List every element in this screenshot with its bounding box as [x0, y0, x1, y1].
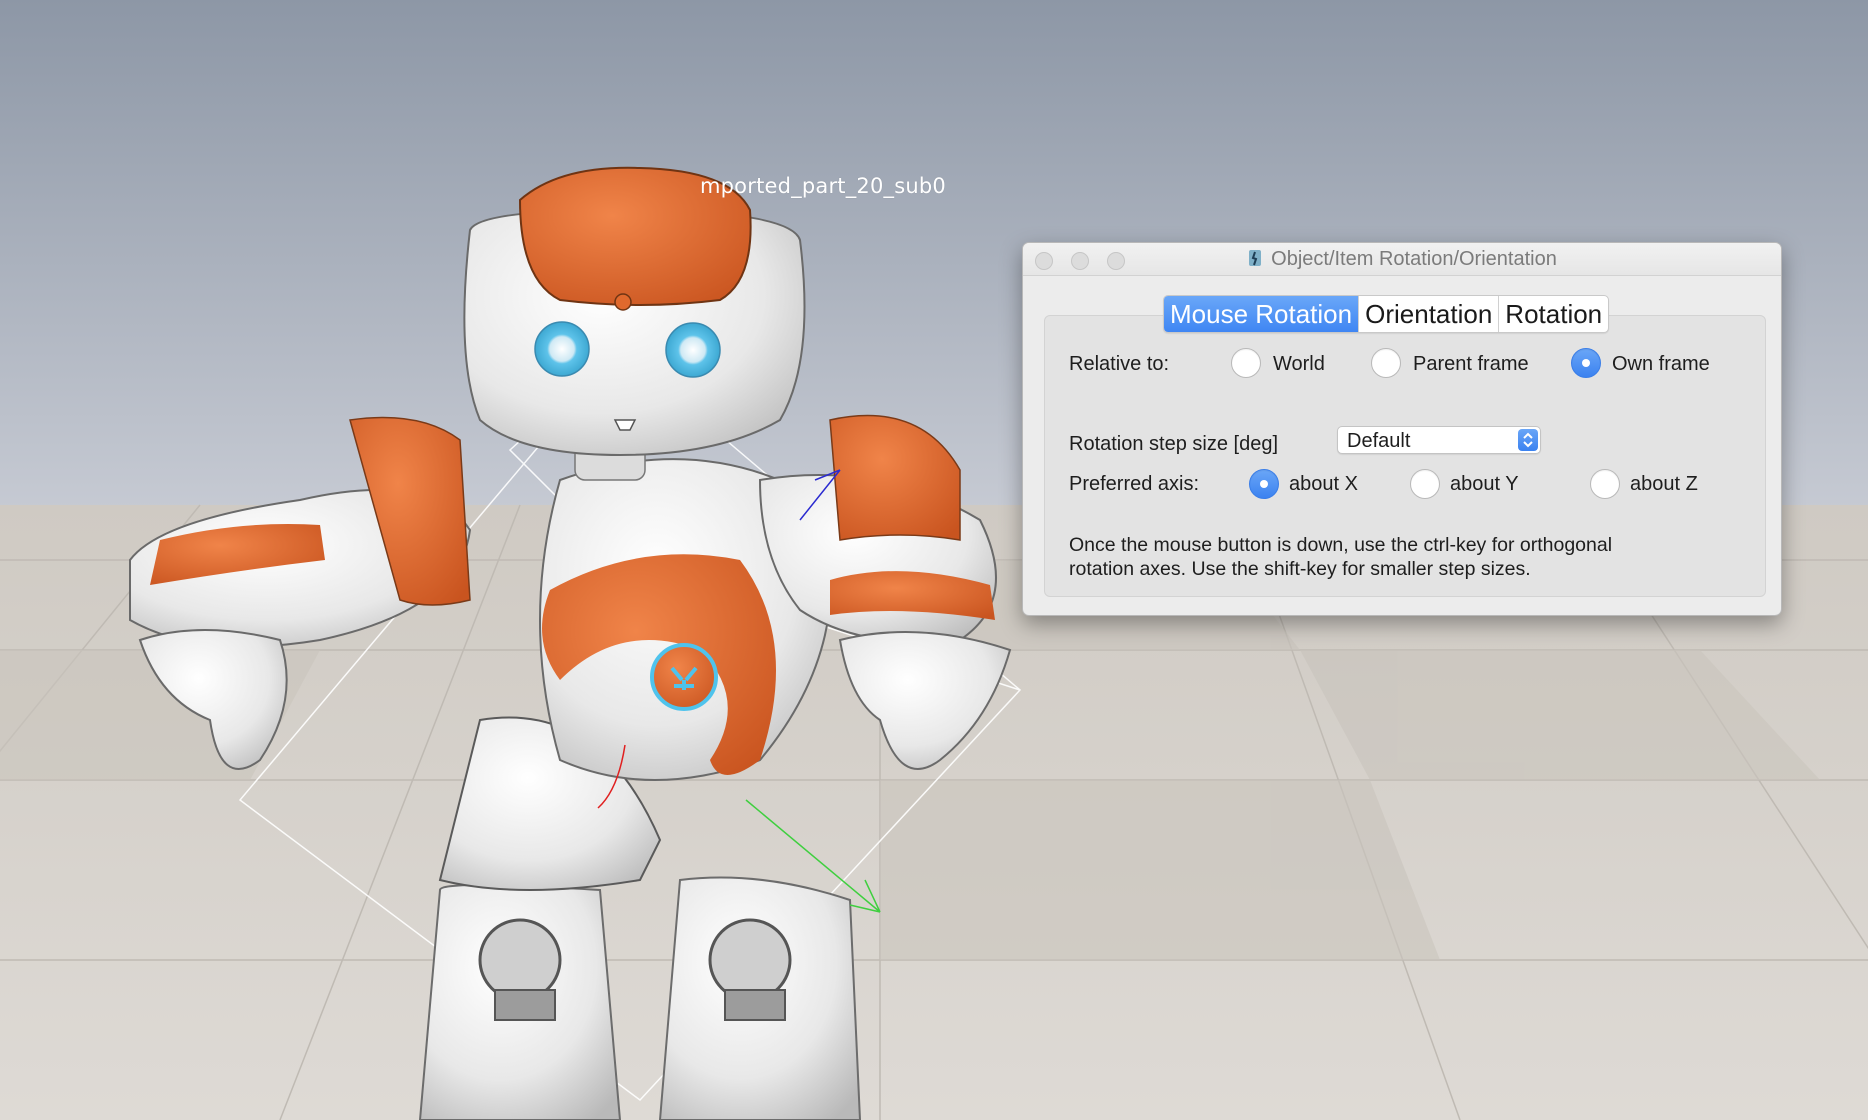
robot-chest-button	[650, 643, 718, 711]
radio-about-z-label[interactable]: about Z	[1630, 473, 1698, 496]
robot-left-knee-joint	[494, 989, 556, 1021]
robot-right-knee-joint	[724, 989, 786, 1021]
robot-left-knee	[478, 918, 562, 1002]
step-size-select[interactable]: Default	[1337, 426, 1541, 454]
robot-left-eye	[534, 321, 590, 377]
rotation-orientation-dialog: Object/Item Rotation/Orientation Mouse R…	[1022, 242, 1782, 616]
radio-world[interactable]	[1231, 348, 1261, 378]
radio-about-x-label[interactable]: about X	[1289, 473, 1358, 496]
robot-right-knee	[708, 918, 792, 1002]
radio-parent-frame-label[interactable]: Parent frame	[1413, 353, 1529, 376]
tab-orientation[interactable]: Orientation	[1359, 296, 1500, 332]
preferred-axis-label: Preferred axis:	[1069, 473, 1200, 495]
relative-to-label: Relative to:	[1069, 353, 1170, 375]
dialog-title: Object/Item Rotation/Orientation	[1023, 248, 1781, 271]
app-icon	[1249, 250, 1262, 266]
select-arrows-icon	[1518, 429, 1538, 451]
object-name-label: mported_part_20_sub0	[700, 174, 946, 198]
usage-hint-line-1: Once the mouse button is down, use the c…	[1069, 534, 1613, 556]
tab-bar: Mouse Rotation Orientation Rotation	[1163, 295, 1610, 333]
step-size-value: Default	[1347, 430, 1411, 452]
radio-about-x[interactable]	[1249, 469, 1279, 499]
usage-hint-line-2: rotation axes. Use the shift-key for sma…	[1069, 558, 1531, 580]
tab-rotation[interactable]: Rotation	[1499, 296, 1608, 332]
radio-about-z[interactable]	[1590, 469, 1620, 499]
radio-about-y[interactable]	[1410, 469, 1440, 499]
dialog-titlebar[interactable]: Object/Item Rotation/Orientation	[1023, 243, 1781, 276]
robot-head-dot	[614, 293, 632, 311]
radio-own-frame[interactable]	[1571, 348, 1601, 378]
usage-hint: Once the mouse button is down, use the c…	[1069, 533, 1729, 581]
step-size-label: Rotation step size [deg]	[1069, 433, 1279, 455]
radio-own-frame-label[interactable]: Own frame	[1612, 353, 1710, 376]
tab-mouse-rotation[interactable]: Mouse Rotation	[1164, 296, 1360, 332]
radio-parent-frame[interactable]	[1371, 348, 1401, 378]
dialog-title-text: Object/Item Rotation/Orientation	[1271, 248, 1557, 270]
radio-world-label[interactable]: World	[1273, 353, 1325, 376]
robot-right-eye	[665, 322, 721, 378]
radio-about-y-label[interactable]: about Y	[1450, 473, 1519, 496]
